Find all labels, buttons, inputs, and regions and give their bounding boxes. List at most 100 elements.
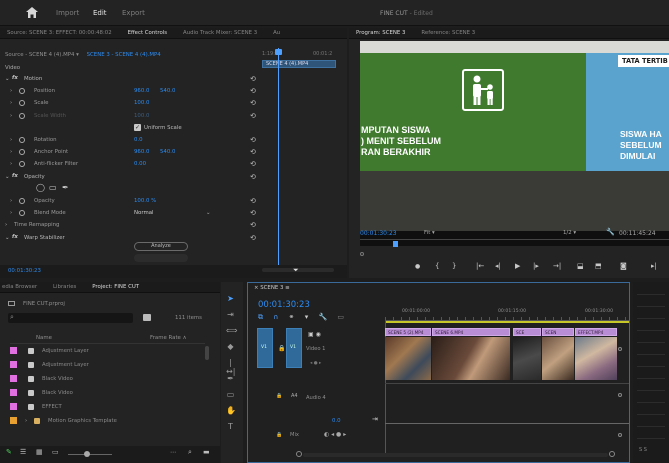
automate-icon[interactable]: ⋯: [170, 449, 176, 456]
param-value-2[interactable]: 540.0: [160, 149, 175, 155]
a-scroll-handle[interactable]: [618, 393, 622, 397]
reset-icon[interactable]: ⟲: [250, 221, 256, 229]
overwrite-icon[interactable]: ⬒: [595, 262, 602, 270]
timeline-timecode[interactable]: 00:01:30:23: [258, 300, 310, 310]
column-name[interactable]: Name: [36, 335, 52, 341]
freeform-view-icon[interactable]: ▭: [52, 448, 59, 456]
reset-icon[interactable]: ⟲: [250, 234, 256, 242]
tab-audio[interactable]: Au: [266, 28, 287, 38]
tab-reference[interactable]: Reference: SCENE 3: [414, 28, 482, 38]
icon-view-icon[interactable]: ▦: [36, 448, 43, 456]
step-forward-icon[interactable]: |▸: [533, 262, 539, 270]
wrench-icon[interactable]: 🔧: [606, 228, 615, 236]
reset-icon[interactable]: ⟲: [250, 136, 256, 144]
timeline-clip[interactable]: SCENE 6.MP4: [432, 328, 510, 336]
project-search-input[interactable]: ⌕: [8, 313, 133, 323]
h-scroll-right[interactable]: [609, 451, 615, 457]
project-scrollbar[interactable]: [205, 346, 209, 360]
expand-chevron-icon[interactable]: ›: [10, 210, 12, 216]
label-color-swatch[interactable]: [10, 389, 17, 396]
effect-param-row[interactable]: ⌄ fx Warp Stabilizer ⟲: [0, 233, 262, 244]
mix-keyframe-nav[interactable]: ◐ ◂ ● ▸: [324, 431, 346, 438]
param-value[interactable]: 960.0: [134, 88, 149, 94]
cancel-analyze-button[interactable]: [134, 254, 188, 262]
go-to-in-icon[interactable]: |←: [476, 262, 484, 270]
stopwatch-icon[interactable]: [19, 210, 25, 217]
param-value[interactable]: 100.0: [134, 113, 149, 119]
v1-source-patch[interactable]: V1: [257, 328, 273, 368]
marker-icon[interactable]: ▾: [305, 313, 309, 321]
tab-source[interactable]: Source: SCENE 3: EFFECT: 00:00:48:02: [0, 28, 119, 38]
label-color-swatch[interactable]: [10, 417, 17, 424]
tab-project[interactable]: Project: FINE CUT: [85, 282, 146, 292]
expand-chevron-icon[interactable]: ›: [10, 113, 12, 119]
timeline-clip[interactable]: SCEN: [542, 328, 574, 336]
reset-icon[interactable]: ⟲: [250, 99, 256, 107]
effect-param-row[interactable]: › Opacity 100.0 % ⟲: [0, 196, 262, 207]
uniform-scale-checkbox[interactable]: ✓: [134, 123, 141, 131]
project-item[interactable]: Adjustment Layer: [10, 359, 210, 372]
ec-playhead-handle[interactable]: [275, 49, 282, 55]
timeline-h-scrollbar[interactable]: [303, 453, 608, 457]
effect-param-row[interactable]: ⌄ fx Motion ⟲: [0, 74, 262, 85]
mark-out-icon[interactable]: }: [452, 262, 456, 270]
find-icon[interactable]: ⌕: [188, 448, 192, 457]
program-playhead[interactable]: [393, 241, 398, 247]
label-color-swatch[interactable]: [10, 361, 17, 368]
type-tool-icon[interactable]: T: [226, 422, 235, 431]
reset-icon[interactable]: ⟲: [250, 209, 256, 217]
scrub-start-handle[interactable]: [360, 252, 364, 256]
effect-param-row[interactable]: › Anchor Point 960.0 540.0 ⟲: [0, 147, 262, 158]
analyze-button[interactable]: Analyze: [134, 242, 188, 251]
stopwatch-icon[interactable]: [19, 100, 25, 107]
hand-tool-icon[interactable]: ✋: [226, 406, 236, 415]
timeline-clip[interactable]: SCENE 5 (2).MP4: [385, 328, 431, 336]
linked-selection-icon[interactable]: ⚭: [289, 313, 295, 321]
mark-in-icon[interactable]: {: [435, 262, 439, 270]
param-value[interactable]: 0.0: [134, 137, 143, 143]
program-video-frame[interactable]: TATA TERTIB MPUTAN SISWA ) MENIT SEBELUM…: [360, 41, 669, 246]
param-value-2[interactable]: 540.0: [160, 88, 175, 94]
timeline-clip[interactable]: SCE: [513, 328, 541, 336]
zoom-slider[interactable]: [68, 454, 112, 455]
resolution-select[interactable]: 1/2 ▾: [563, 230, 576, 236]
keyframe-nav[interactable]: ◂ ● ▸: [310, 361, 321, 366]
stopwatch-icon[interactable]: [19, 112, 25, 119]
reset-icon[interactable]: ⟲: [250, 197, 256, 205]
stopwatch-icon[interactable]: [19, 149, 25, 156]
source-selector[interactable]: Source - SCENE 4 (4).MP4 ▾ SCENE 3 - SCE…: [5, 52, 161, 58]
label-color-swatch[interactable]: [10, 375, 17, 382]
param-value[interactable]: 100.0: [134, 100, 149, 106]
tab-media-browser[interactable]: edia Browser: [0, 282, 44, 292]
timeline-tab[interactable]: × SCENE 3 ≡: [254, 285, 290, 291]
more-icon[interactable]: ▸|: [651, 262, 657, 270]
effect-param-row[interactable]: › Anti-flicker Filter 0.00 ⟲: [0, 159, 262, 170]
expand-chevron-icon[interactable]: ›: [10, 161, 12, 167]
add-marker-icon[interactable]: ●: [415, 263, 420, 270]
effect-param-row[interactable]: ⌄ fx Opacity ⟲: [0, 172, 262, 183]
expand-chevron-icon[interactable]: ⌄: [5, 76, 10, 82]
export-frame-icon[interactable]: ◙: [620, 262, 627, 270]
mix-value[interactable]: 0.0: [332, 418, 341, 424]
reset-icon[interactable]: ⟲: [250, 87, 256, 95]
effect-param-row[interactable]: › Rotation 0.0 ⟲: [0, 135, 262, 146]
razor-tool-icon[interactable]: ◆: [226, 342, 235, 351]
chevron-down-icon[interactable]: ⌄: [206, 210, 211, 216]
tab-audio-track-mixer[interactable]: Audio Track Mixer: SCENE 3: [176, 28, 264, 38]
rectangle-mask-icon[interactable]: ▭: [49, 183, 57, 192]
reset-icon[interactable]: ⟲: [250, 112, 256, 120]
rectangle-tool-icon[interactable]: ▭: [226, 390, 235, 399]
effect-param-row[interactable]: › Time Remapping ⟲: [0, 220, 262, 231]
list-view-icon[interactable]: ☰: [20, 448, 26, 456]
label-color-swatch[interactable]: [10, 403, 17, 410]
audio-lock-icon[interactable]: 🔒: [276, 393, 282, 399]
param-value[interactable]: Normal: [134, 210, 154, 216]
ellipse-mask-icon[interactable]: ◯: [36, 183, 45, 192]
expand-chevron-icon[interactable]: ›: [10, 198, 12, 204]
ec-clip-bar[interactable]: SCENE 4 (4).MP4: [262, 60, 336, 68]
lock-track-icon[interactable]: 🔒: [278, 345, 285, 352]
pen-mask-icon[interactable]: ✒: [62, 183, 69, 192]
project-item[interactable]: Black Video: [10, 387, 210, 400]
play-icon[interactable]: ▶: [515, 262, 520, 270]
effect-param-row[interactable]: › Position 960.0 540.0 ⟲: [0, 86, 262, 97]
